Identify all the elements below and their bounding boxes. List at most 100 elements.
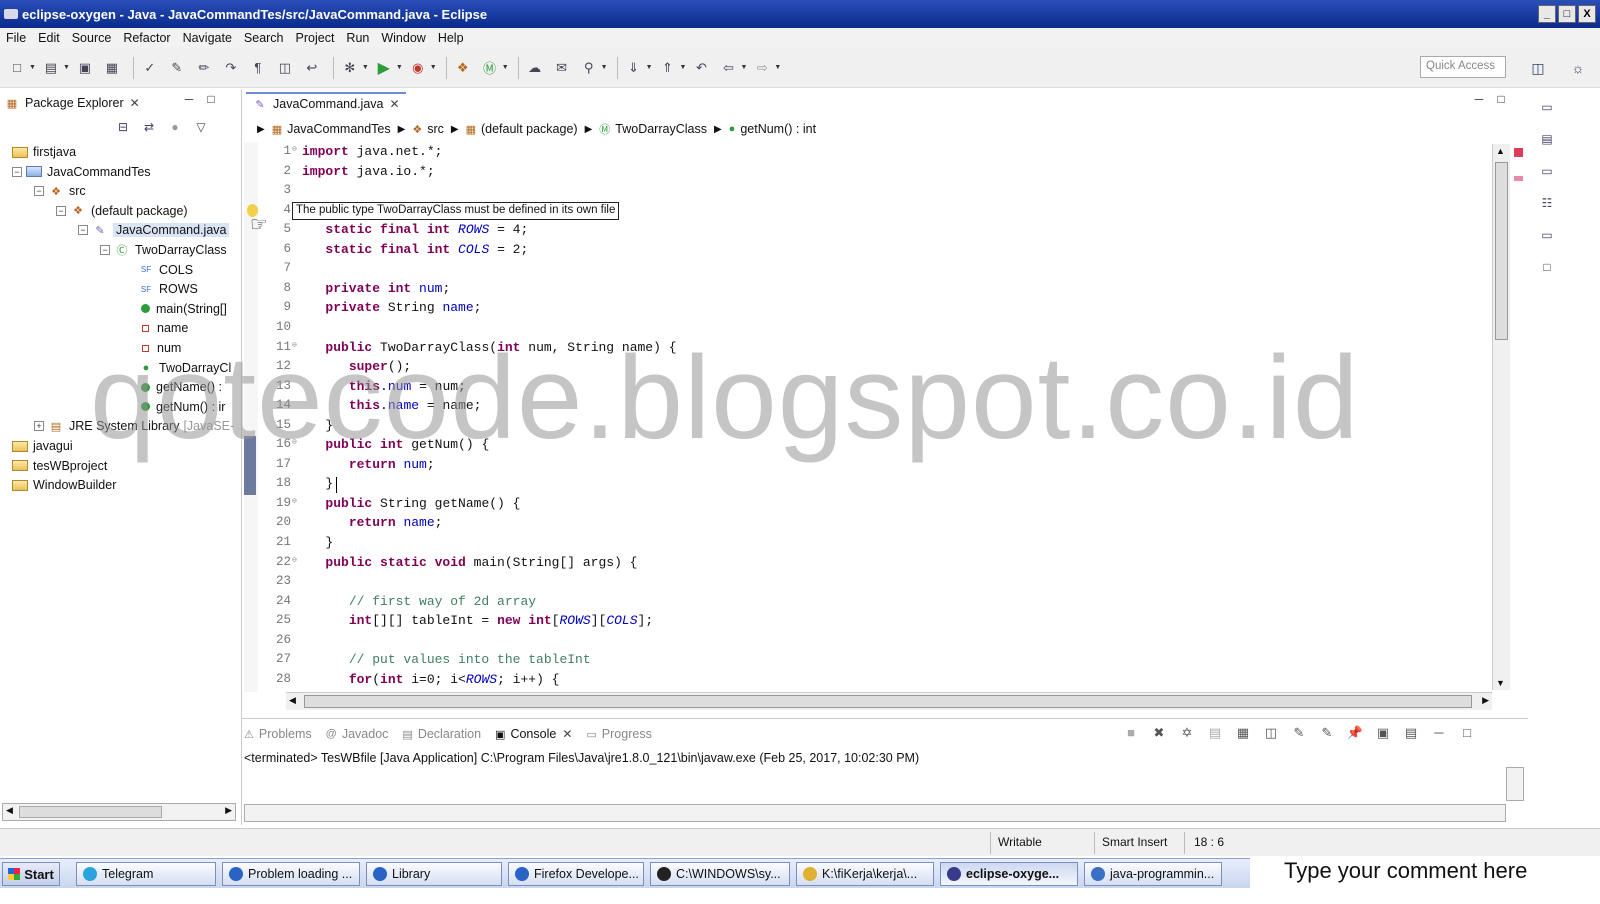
new-project-icon[interactable]: ▤ <box>40 57 62 79</box>
taskbar-item[interactable]: C:\WINDOWS\sy... <box>650 862 790 886</box>
scroll-left-icon[interactable]: ◀ <box>289 695 296 706</box>
scroll-lock-icon[interactable]: ▦ <box>1229 725 1257 741</box>
error-marker-icon[interactable] <box>1514 148 1523 157</box>
chevron-right-icon[interactable]: ▶ <box>451 124 459 135</box>
tab-console[interactable]: ▣ Console ✕ <box>495 727 572 741</box>
collapse-icon[interactable]: − <box>12 166 22 177</box>
chevron-down-icon[interactable]: ▼ <box>740 64 747 71</box>
breadcrumb-project[interactable]: JavaCommandTes <box>287 122 391 136</box>
display-console-icon[interactable]: ▣ <box>1369 725 1397 741</box>
next-edit-icon[interactable]: ⇓ <box>623 57 645 79</box>
tab-package-explorer[interactable]: ▦ Package Explorer ✕ <box>4 92 140 114</box>
warning-marker-icon[interactable] <box>1514 176 1523 181</box>
tab-problems[interactable]: ⚠ Problems <box>244 727 312 741</box>
close-button[interactable]: X <box>1578 5 1596 23</box>
chevron-down-icon[interactable]: ▼ <box>362 64 369 71</box>
restore-icon[interactable]: ▭ <box>1536 228 1558 250</box>
chevron-down-icon[interactable]: ▼ <box>774 64 781 71</box>
tab-javadoc[interactable]: @ Javadoc <box>326 727 389 741</box>
pin-console-icon[interactable]: 📌 <box>1341 725 1369 741</box>
menu-help[interactable]: Help <box>432 31 470 45</box>
taskbar-item[interactable]: java-programmin... <box>1084 862 1222 886</box>
link-editor-icon[interactable]: ⇄ <box>136 120 162 134</box>
back-icon[interactable]: ⇦ <box>717 57 739 79</box>
start-button[interactable]: Start <box>2 862 60 886</box>
chevron-down-icon[interactable]: ▼ <box>396 64 403 71</box>
scroll-thumb[interactable] <box>19 806 162 818</box>
show-whitespace-icon[interactable]: ¶ <box>247 57 269 79</box>
scroll-right-icon[interactable]: ▶ <box>1482 695 1489 706</box>
forward-icon[interactable]: ⇨ <box>751 57 773 79</box>
tab-javacommand-java[interactable]: ✎ JavaCommand.java ✕ <box>246 92 406 114</box>
scroll-up-icon[interactable]: ▲ <box>1496 146 1505 156</box>
menu-refactor[interactable]: Refactor <box>117 31 176 45</box>
remove-launch-icon[interactable]: ✖ <box>1145 725 1173 741</box>
word-wrap-icon[interactable]: ↩ <box>301 57 323 79</box>
taskbar-item[interactable]: Telegram <box>76 862 216 886</box>
chevron-right-icon[interactable]: ▶ <box>257 124 265 135</box>
breadcrumb-package[interactable]: (default package) <box>481 122 578 136</box>
chevron-down-icon[interactable]: ▼ <box>502 64 509 71</box>
new-icon[interactable]: □ <box>6 57 28 79</box>
new-class-icon[interactable]: Ⓜ <box>479 57 501 79</box>
tab-declaration[interactable]: ▤ Declaration <box>402 727 481 741</box>
tab-progress[interactable]: ▭ Progress <box>586 727 651 741</box>
tree-item[interactable]: SF COLS <box>138 260 193 280</box>
breadcrumb-src[interactable]: src <box>427 122 444 136</box>
quick-access-input[interactable]: Quick Access <box>1420 56 1506 78</box>
view-menu-icon[interactable]: ▽ <box>188 120 214 134</box>
chevron-right-icon[interactable]: ▶ <box>714 124 722 135</box>
run-external-icon[interactable]: ◉ <box>407 57 429 79</box>
show-stderr-icon[interactable]: ✎ <box>1313 725 1341 741</box>
minimize-view-icon[interactable]: ─ <box>1468 92 1490 106</box>
menu-file[interactable]: File <box>0 31 32 45</box>
chevron-down-icon[interactable]: ▼ <box>680 64 687 71</box>
clear-console-icon[interactable]: ▤ <box>1201 725 1229 741</box>
open-perspective-icon[interactable]: ◫ <box>1526 56 1550 80</box>
next-annotation-icon[interactable]: ↷ <box>220 57 242 79</box>
chevron-down-icon[interactable]: ▼ <box>430 64 437 71</box>
minimize-view-icon[interactable]: ─ <box>178 92 200 106</box>
mark-occurrences-icon[interactable]: ✎ <box>166 57 188 79</box>
block-selection-icon[interactable]: ◫ <box>274 57 296 79</box>
window-titlebar[interactable]: eclipse-oxygen - Java - JavaCommandTes/s… <box>0 0 1600 28</box>
menu-source[interactable]: Source <box>66 31 118 45</box>
collapse-all-icon[interactable]: ⊟ <box>110 120 136 134</box>
prev-edit-icon[interactable]: ⇑ <box>657 57 679 79</box>
collapse-icon[interactable]: − <box>56 205 66 216</box>
scroll-thumb[interactable] <box>304 695 1472 708</box>
fold-toggle-icon[interactable]: ⊖ <box>292 555 297 565</box>
menu-navigate[interactable]: Navigate <box>177 31 238 45</box>
chevron-down-icon[interactable]: ▼ <box>646 64 653 71</box>
java-perspective-icon[interactable]: ☼ <box>1566 56 1590 80</box>
word-wrap-icon[interactable]: ◫ <box>1257 725 1285 741</box>
breadcrumb-class[interactable]: TwoDarrayClass <box>615 122 707 136</box>
menu-edit[interactable]: Edit <box>32 31 66 45</box>
console-vscrollbar[interactable] <box>1506 767 1524 801</box>
taskbar-item[interactable]: K:\fiKerja\kerja\... <box>796 862 934 886</box>
open-console-icon[interactable]: ▤ <box>1397 725 1425 741</box>
open-type-icon[interactable]: ☁ <box>524 57 546 79</box>
tree-item[interactable]: WindowBuilder <box>12 475 116 495</box>
chevron-right-icon[interactable]: ▶ <box>585 124 593 135</box>
task-list-icon[interactable]: ☷ <box>1536 196 1558 218</box>
console-hscrollbar[interactable] <box>244 804 1506 822</box>
tree-item[interactable]: − Ⓒ TwoDarrayClass <box>100 240 227 260</box>
save-all-icon[interactable]: ▦ <box>101 57 123 79</box>
editor-hscrollbar[interactable]: ◀ ▶ <box>286 692 1492 710</box>
show-stdout-icon[interactable]: ✎ <box>1285 725 1313 741</box>
minimize-button[interactable]: _ <box>1538 5 1556 23</box>
close-icon[interactable]: ✕ <box>562 727 572 741</box>
new-package-icon[interactable]: ❖ <box>452 57 474 79</box>
tree-item[interactable]: javagui <box>12 436 73 456</box>
maximize-view-icon[interactable]: □ <box>200 92 222 106</box>
menu-run[interactable]: Run <box>340 31 375 45</box>
fold-toggle-icon[interactable]: ⊖ <box>292 496 297 506</box>
taskbar-item[interactable]: Problem loading ... <box>222 862 360 886</box>
search-icon[interactable]: ⚲ <box>578 57 600 79</box>
tree-item[interactable]: − ✎ JavaCommand.java <box>78 220 230 240</box>
scroll-down-icon[interactable]: ▼ <box>1496 678 1505 688</box>
maximize-view-icon[interactable]: □ <box>1490 92 1512 106</box>
menu-window[interactable]: Window <box>375 31 431 45</box>
tree-item[interactable]: − JavaCommandTes <box>12 162 151 182</box>
